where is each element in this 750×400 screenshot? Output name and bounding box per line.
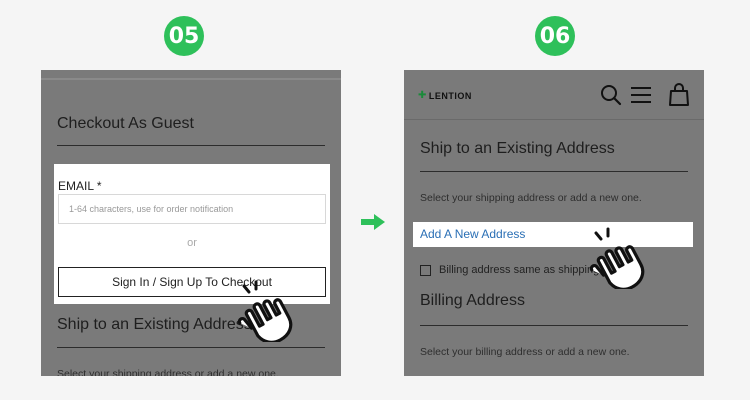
step-badge-05: 05 <box>164 16 204 56</box>
step-badge-06: 06 <box>535 16 575 56</box>
billing-same-row[interactable]: Billing address same as shipping <box>420 264 599 276</box>
arrow-right-icon <box>361 214 385 230</box>
logo-text: LENTION <box>428 90 472 101</box>
billing-address-title: Billing Address <box>420 292 525 309</box>
site-header: ✚ LENTION <box>404 70 704 120</box>
email-field[interactable] <box>58 194 326 224</box>
pointing-hand-icon <box>589 227 645 289</box>
search-icon[interactable] <box>600 84 622 106</box>
ship-existing-subtitle: Select your shipping address or add a ne… <box>57 368 279 376</box>
ship-existing-subtitle: Select your shipping address or add a ne… <box>420 192 642 204</box>
screenshot-add-address: ✚ LENTION Ship to an Existing Address Se… <box>404 70 704 376</box>
billing-same-label: Billing address same as shipping <box>439 264 600 276</box>
billing-address-subtitle: Select your billing address or add a new… <box>420 346 630 358</box>
lention-logo[interactable]: ✚ LENTION <box>418 90 472 101</box>
divider <box>420 325 688 326</box>
cart-icon[interactable] <box>668 83 690 107</box>
divider <box>41 78 341 80</box>
lention-logo-icon: ✚ <box>418 90 427 101</box>
billing-same-checkbox[interactable] <box>420 264 431 276</box>
add-new-address-link[interactable]: Add A New Address <box>420 227 525 241</box>
divider <box>420 171 688 172</box>
menu-icon[interactable] <box>630 86 652 104</box>
divider <box>57 347 325 348</box>
pointing-hand-icon <box>237 280 293 342</box>
email-label: EMAIL * <box>58 179 102 193</box>
ship-existing-title: Ship to an Existing Address <box>57 316 252 333</box>
ship-existing-title: Ship to an Existing Address <box>420 140 615 157</box>
divider <box>57 145 325 146</box>
guest-checkout-title: Checkout As Guest <box>57 115 194 132</box>
or-separator: or <box>187 237 197 249</box>
